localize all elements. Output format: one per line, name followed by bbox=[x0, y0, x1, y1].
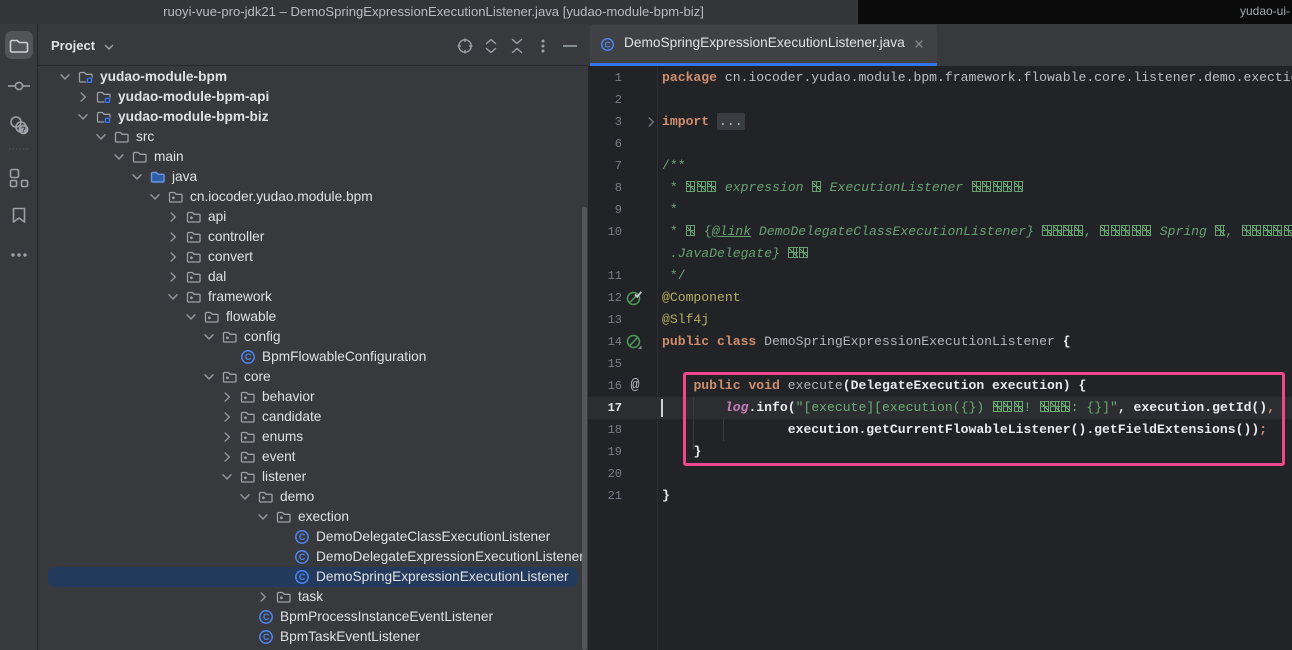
svg-text:C: C bbox=[299, 552, 306, 562]
svg-text:C: C bbox=[263, 632, 270, 642]
svg-text:?: ? bbox=[21, 126, 26, 135]
svg-text:C: C bbox=[299, 532, 306, 542]
svg-text:C: C bbox=[299, 572, 306, 582]
svg-text:C: C bbox=[605, 40, 611, 50]
svg-text:C: C bbox=[263, 612, 270, 622]
svg-text:C: C bbox=[245, 352, 252, 362]
